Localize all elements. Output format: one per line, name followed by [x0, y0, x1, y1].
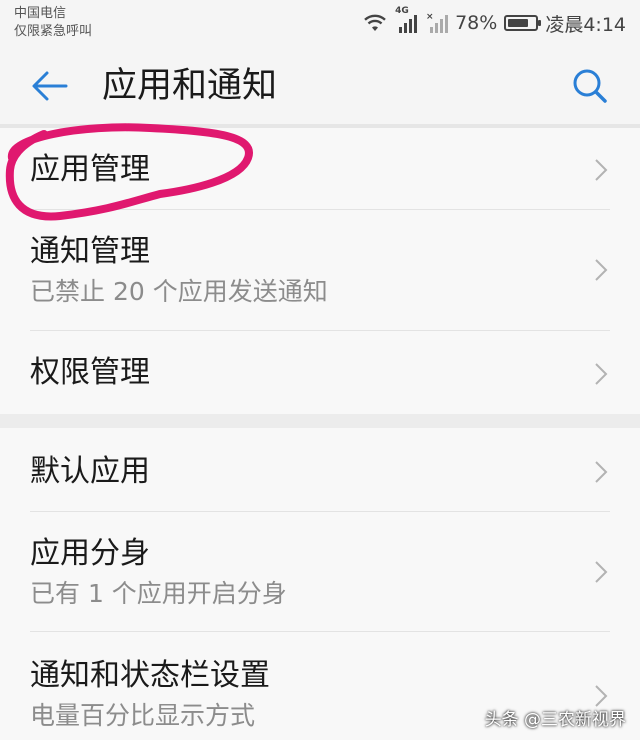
battery-percent: 78%: [455, 12, 498, 34]
chevron-right-icon: [595, 561, 608, 583]
item-subtitle: 电量百分比显示方式: [30, 701, 256, 730]
back-arrow-icon[interactable]: [30, 68, 70, 104]
wifi-icon: [362, 13, 388, 33]
chevron-right-icon: [595, 159, 608, 181]
permission-management-item[interactable]: 权限管理: [0, 331, 640, 414]
status-icons: 4G × 78% 凌晨4:14: [362, 6, 626, 38]
item-label: 应用分身: [30, 536, 150, 571]
item-label: 通知管理: [30, 234, 150, 269]
battery-fill: [508, 19, 529, 27]
carrier-name: 中国电信: [14, 6, 67, 21]
page-title: 应用和通知: [102, 66, 278, 106]
item-label: 通知和状态栏设置: [30, 658, 270, 693]
notification-management-item[interactable]: 通知管理 已禁止 20 个应用发送通知: [0, 210, 640, 331]
item-label: 默认应用: [30, 454, 150, 489]
no-signal-icon: ×: [426, 12, 449, 34]
status-bar: 中国电信 仅限紧急呼叫 4G × 78% 凌晨4:14: [0, 0, 640, 46]
clock: 凌晨4:14: [545, 13, 626, 36]
item-subtitle: 已有 1 个应用开启分身: [30, 579, 287, 608]
chevron-right-icon: [595, 259, 608, 281]
default-apps-item[interactable]: 默认应用: [0, 428, 640, 512]
carrier-info: 中国电信 仅限紧急呼叫: [14, 5, 92, 41]
battery-icon: [504, 15, 542, 31]
search-icon[interactable]: [570, 66, 610, 106]
chevron-right-icon: [595, 363, 608, 385]
signal-icon: 4G: [395, 6, 419, 34]
item-label: 权限管理: [30, 355, 150, 390]
chevron-right-icon: [595, 461, 608, 483]
network-type-label: 4G: [395, 6, 409, 16]
app-management-item[interactable]: 应用管理: [0, 128, 640, 210]
svg-text:×: ×: [426, 12, 434, 22]
group-gap: [0, 414, 640, 428]
emergency-only-text: 仅限紧急呼叫: [14, 24, 93, 39]
watermark: 头条 @三农新视界: [484, 710, 626, 730]
settings-group-1: 应用管理 通知管理 已禁止 20 个应用发送通知 权限管理: [0, 128, 640, 414]
app-twin-item[interactable]: 应用分身 已有 1 个应用开启分身: [0, 512, 640, 632]
item-subtitle: 已禁止 20 个应用发送通知: [30, 277, 328, 306]
toolbar: 应用和通知: [0, 46, 640, 126]
item-label: 应用管理: [30, 152, 150, 187]
settings-group-2: 默认应用 应用分身 已有 1 个应用开启分身 通知和状态栏设置 电量百分比显示方…: [0, 428, 640, 740]
